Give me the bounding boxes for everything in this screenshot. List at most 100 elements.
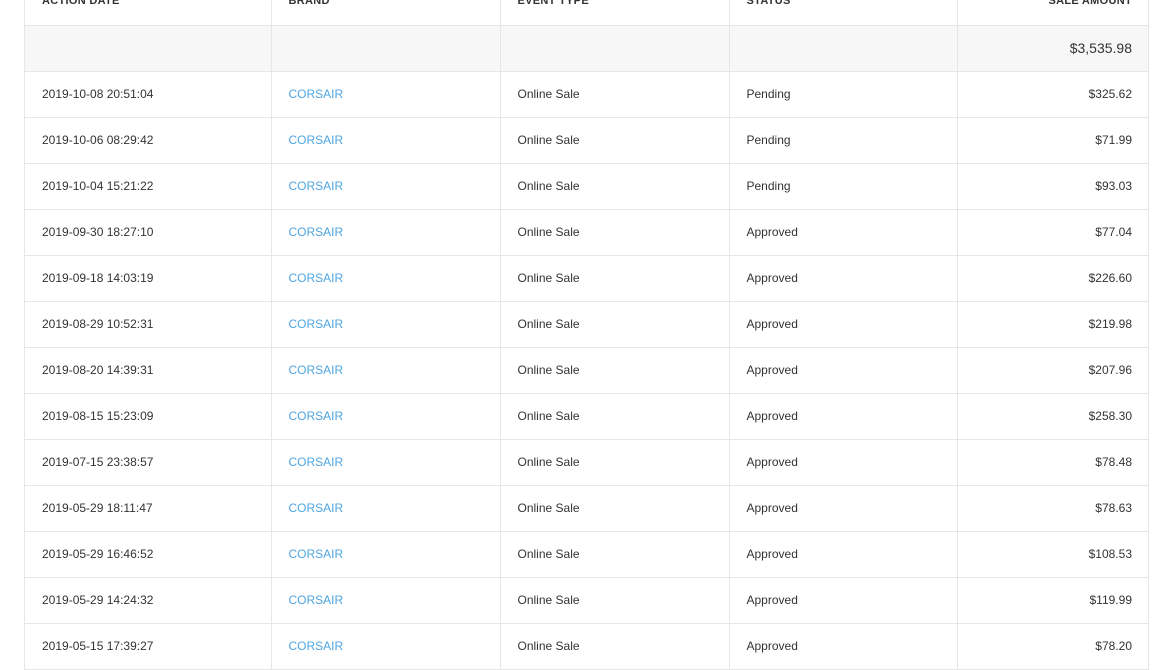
brand-link[interactable]: CORSAIR (289, 501, 344, 515)
event-type-cell: Online Sale (500, 347, 730, 394)
action-date-cell: 2019-08-29 10:52:31 (25, 301, 272, 348)
action-date-cell: 2019-05-29 14:24:32 (25, 577, 272, 624)
status-cell: Pending (729, 117, 958, 164)
brand-cell: CORSAIR (271, 623, 501, 670)
column-header-event-type[interactable]: EVENT TYPE (500, 0, 730, 26)
total-row: $3,535.98 (25, 25, 1148, 72)
status-cell: Approved (729, 255, 958, 302)
column-header-status[interactable]: STATUS (729, 0, 958, 26)
total-cell-empty (271, 25, 501, 72)
action-date-cell: 2019-05-15 17:39:27 (25, 623, 272, 670)
sales-table: ACTION DATE BRAND EVENT TYPE STATUS SALE… (25, 0, 1148, 670)
brand-cell: CORSAIR (271, 209, 501, 256)
action-date-cell: 2019-09-18 14:03:19 (25, 255, 272, 302)
event-type-cell: Online Sale (500, 439, 730, 486)
brand-cell: CORSAIR (271, 347, 501, 394)
brand-cell: CORSAIR (271, 393, 501, 440)
brand-link[interactable]: CORSAIR (289, 363, 344, 377)
status-cell: Approved (729, 393, 958, 440)
table-row: 2019-07-15 23:38:57 CORSAIR Online Sale App… (25, 439, 1148, 486)
total-cell-empty (500, 25, 730, 72)
sale-amount-cell: $78.63 (957, 485, 1148, 532)
brand-cell: CORSAIR (271, 117, 501, 164)
event-type-cell: Online Sale (500, 117, 730, 164)
column-header-action-date[interactable]: ACTION DATE (25, 0, 272, 26)
sale-amount-cell: $207.96 (957, 347, 1148, 394)
status-cell: Approved (729, 577, 958, 624)
total-sale-amount: $3,535.98 (957, 25, 1148, 72)
sale-amount-cell: $77.04 (957, 209, 1148, 256)
brand-link[interactable]: CORSAIR (289, 317, 344, 331)
status-cell: Approved (729, 623, 958, 670)
brand-cell: CORSAIR (271, 255, 501, 302)
brand-link[interactable]: CORSAIR (289, 225, 344, 239)
table-row: 2019-08-15 15:23:09 CORSAIR Online Sale App… (25, 393, 1148, 440)
brand-link[interactable]: CORSAIR (289, 639, 344, 653)
event-type-cell: Online Sale (500, 209, 730, 256)
brand-cell: CORSAIR (271, 531, 501, 578)
sale-amount-cell: $93.03 (957, 163, 1148, 210)
action-date-cell: 2019-10-04 15:21:22 (25, 163, 272, 210)
sale-amount-cell: $78.20 (957, 623, 1148, 670)
brand-link[interactable]: CORSAIR (289, 179, 344, 193)
event-type-cell: Online Sale (500, 393, 730, 440)
action-date-cell: 2019-08-20 14:39:31 (25, 347, 272, 394)
sale-amount-cell: $226.60 (957, 255, 1148, 302)
brand-link[interactable]: CORSAIR (289, 133, 344, 147)
status-cell: Approved (729, 439, 958, 486)
table-row: 2019-05-29 16:46:52 CORSAIR Online Sale App… (25, 531, 1148, 578)
table-row: 2019-08-20 14:39:31 CORSAIR Online Sale App… (25, 347, 1148, 394)
table-row: 2019-05-29 18:11:47 CORSAIR Online Sale App… (25, 485, 1148, 532)
table-row: 2019-05-15 17:39:27 CORSAIR Online Sale App… (25, 623, 1148, 670)
event-type-cell: Online Sale (500, 531, 730, 578)
sale-amount-cell: $325.62 (957, 71, 1148, 118)
sale-amount-cell: $78.48 (957, 439, 1148, 486)
brand-link[interactable]: CORSAIR (289, 547, 344, 561)
action-date-cell: 2019-05-29 18:11:47 (25, 485, 272, 532)
sale-amount-cell: $71.99 (957, 117, 1148, 164)
event-type-cell: Online Sale (500, 301, 730, 348)
brand-cell: CORSAIR (271, 439, 501, 486)
table-row: 2019-08-29 10:52:31 CORSAIR Online Sale App… (25, 301, 1148, 348)
brand-link[interactable]: CORSAIR (289, 271, 344, 285)
action-date-cell: 2019-05-29 16:46:52 (25, 531, 272, 578)
brand-cell: CORSAIR (271, 301, 501, 348)
sale-amount-cell: $258.30 (957, 393, 1148, 440)
event-type-cell: Online Sale (500, 623, 730, 670)
table-row: 2019-10-04 15:21:22 CORSAIR Online Sale Pen… (25, 163, 1148, 210)
brand-link[interactable]: CORSAIR (289, 455, 344, 469)
status-cell: Approved (729, 301, 958, 348)
action-date-cell: 2019-09-30 18:27:10 (25, 209, 272, 256)
brand-link[interactable]: CORSAIR (289, 409, 344, 423)
column-header-brand[interactable]: BRAND (271, 0, 501, 26)
sale-amount-cell: $119.99 (957, 577, 1148, 624)
brand-cell: CORSAIR (271, 485, 501, 532)
brand-link[interactable]: CORSAIR (289, 87, 344, 101)
total-cell-empty (729, 25, 958, 72)
brand-cell: CORSAIR (271, 163, 501, 210)
action-date-cell: 2019-07-15 23:38:57 (25, 439, 272, 486)
brand-cell: CORSAIR (271, 71, 501, 118)
table-row: 2019-05-29 14:24:32 CORSAIR Online Sale App… (25, 577, 1148, 624)
status-cell: Approved (729, 485, 958, 532)
action-date-cell: 2019-10-08 20:51:04 (25, 71, 272, 118)
sales-table-container: ACTION DATE BRAND EVENT TYPE STATUS SALE… (24, 0, 1149, 670)
table-body: $3,535.98 2019-10-08 20:51:04 CORSAIR Onli… (25, 25, 1148, 670)
action-date-cell: 2019-10-06 08:29:42 (25, 117, 272, 164)
header-row: ACTION DATE BRAND EVENT TYPE STATUS SALE… (25, 0, 1148, 26)
event-type-cell: Online Sale (500, 485, 730, 532)
event-type-cell: Online Sale (500, 255, 730, 302)
brand-cell: CORSAIR (271, 577, 501, 624)
table-header: ACTION DATE BRAND EVENT TYPE STATUS SALE… (25, 0, 1148, 26)
status-cell: Approved (729, 209, 958, 256)
status-cell: Pending (729, 163, 958, 210)
event-type-cell: Online Sale (500, 163, 730, 210)
action-date-cell: 2019-08-15 15:23:09 (25, 393, 272, 440)
brand-link[interactable]: CORSAIR (289, 593, 344, 607)
sale-amount-cell: $108.53 (957, 531, 1148, 578)
column-header-sale-amount[interactable]: SALE AMOUNT (957, 0, 1148, 26)
table-row: 2019-09-30 18:27:10 CORSAIR Online Sale App… (25, 209, 1148, 256)
event-type-cell: Online Sale (500, 577, 730, 624)
table-row: 2019-10-06 08:29:42 CORSAIR Online Sale Pen… (25, 117, 1148, 164)
status-cell: Approved (729, 347, 958, 394)
